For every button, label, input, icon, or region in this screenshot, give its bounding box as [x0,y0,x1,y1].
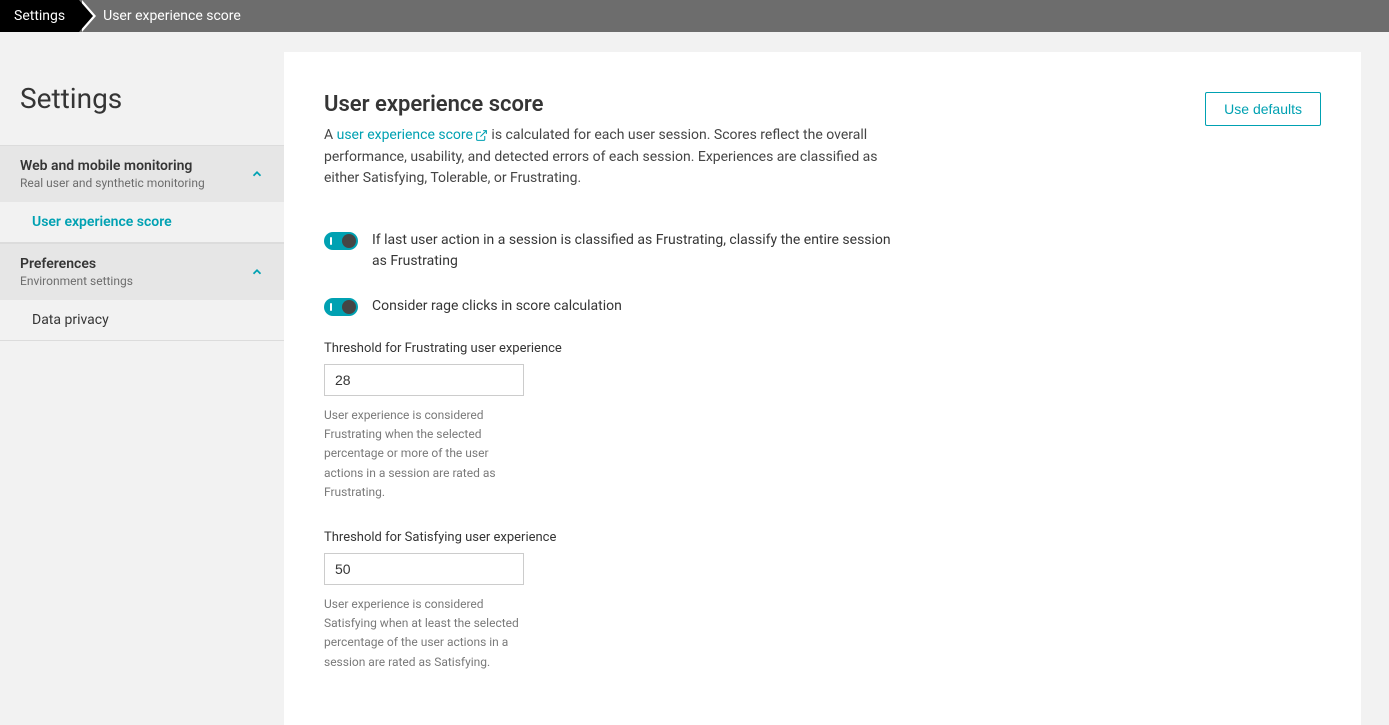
settings-section: If last user action in a session is clas… [324,230,1321,672]
sidebar-group-subtitle: Environment settings [20,274,250,288]
field-satisfying-threshold: Threshold for Satisfying user experience… [324,530,1321,672]
chevron-up-icon [250,264,264,280]
panel-header-text: User experience score A user experience … [324,92,884,190]
toggle-label: Consider rage clicks in score calculatio… [372,296,622,317]
external-link-icon [475,127,488,143]
sidebar-group-web-mobile[interactable]: Web and mobile monitoring Real user and … [0,145,284,202]
toggle-on-indicator-icon [330,237,332,245]
breadcrumb-current[interactable]: User experience score [79,0,255,32]
field-help: User experience is considered Frustratin… [324,406,524,502]
toggle-label: If last user action in a session is clas… [372,230,904,272]
sidebar-group-title: Web and mobile monitoring [20,158,250,174]
sidebar-group-title: Preferences [20,256,250,272]
toggle-row-last-frustrating: If last user action in a session is clas… [324,230,904,272]
sidebar-title: Settings [0,82,284,145]
sidebar-group-preferences-block: Preferences Environment settings Data pr… [0,243,284,341]
main: User experience score A user experience … [284,32,1389,725]
field-label: Threshold for Frustrating user experienc… [324,341,1321,356]
panel-header: User experience score A user experience … [324,92,1321,190]
toggle-rage-clicks[interactable] [324,298,358,316]
toggle-on-indicator-icon [330,303,332,311]
breadcrumb-root-label: Settings [14,8,65,24]
sidebar-group-titles: Web and mobile monitoring Real user and … [20,158,250,190]
field-help: User experience is considered Satisfying… [324,595,524,672]
sidebar-item-data-privacy[interactable]: Data privacy [0,300,284,340]
user-experience-score-link[interactable]: user experience score [337,127,488,143]
use-defaults-button[interactable]: Use defaults [1205,92,1321,126]
field-frustrating-threshold: Threshold for Frustrating user experienc… [324,341,1321,502]
panel: User experience score A user experience … [284,52,1361,725]
link-text: user experience score [337,127,473,143]
desc-prefix: A [324,127,337,143]
page-title: User experience score [324,92,884,117]
chevron-up-icon [250,166,264,182]
sidebar-group-web-mobile-block: Web and mobile monitoring Real user and … [0,145,284,243]
toggle-knob-icon [342,300,356,314]
sidebar-group-subtitle: Real user and synthetic monitoring [20,176,250,190]
sidebar-group-titles: Preferences Environment settings [20,256,250,288]
satisfying-threshold-input[interactable] [324,553,524,585]
sidebar: Settings Web and mobile monitoring Real … [0,32,284,725]
sidebar-item-label: Data privacy [32,312,109,328]
toggle-row-rage-clicks: Consider rage clicks in score calculatio… [324,296,904,317]
sidebar-group-preferences[interactable]: Preferences Environment settings [0,243,284,300]
page-description: A user experience score is calculated fo… [324,125,884,190]
field-label: Threshold for Satisfying user experience [324,530,1321,545]
toggle-knob-icon [342,234,356,248]
toggle-last-frustrating[interactable] [324,232,358,250]
frustrating-threshold-input[interactable] [324,364,524,396]
body: Settings Web and mobile monitoring Real … [0,32,1389,725]
breadcrumb-root[interactable]: Settings [0,0,79,32]
app-root: Settings User experience score Settings … [0,0,1389,725]
sidebar-item-label: User experience score [32,214,172,230]
breadcrumb-current-label: User experience score [103,8,241,24]
breadcrumb: Settings User experience score [0,0,1389,32]
sidebar-item-user-experience-score[interactable]: User experience score [0,202,284,242]
